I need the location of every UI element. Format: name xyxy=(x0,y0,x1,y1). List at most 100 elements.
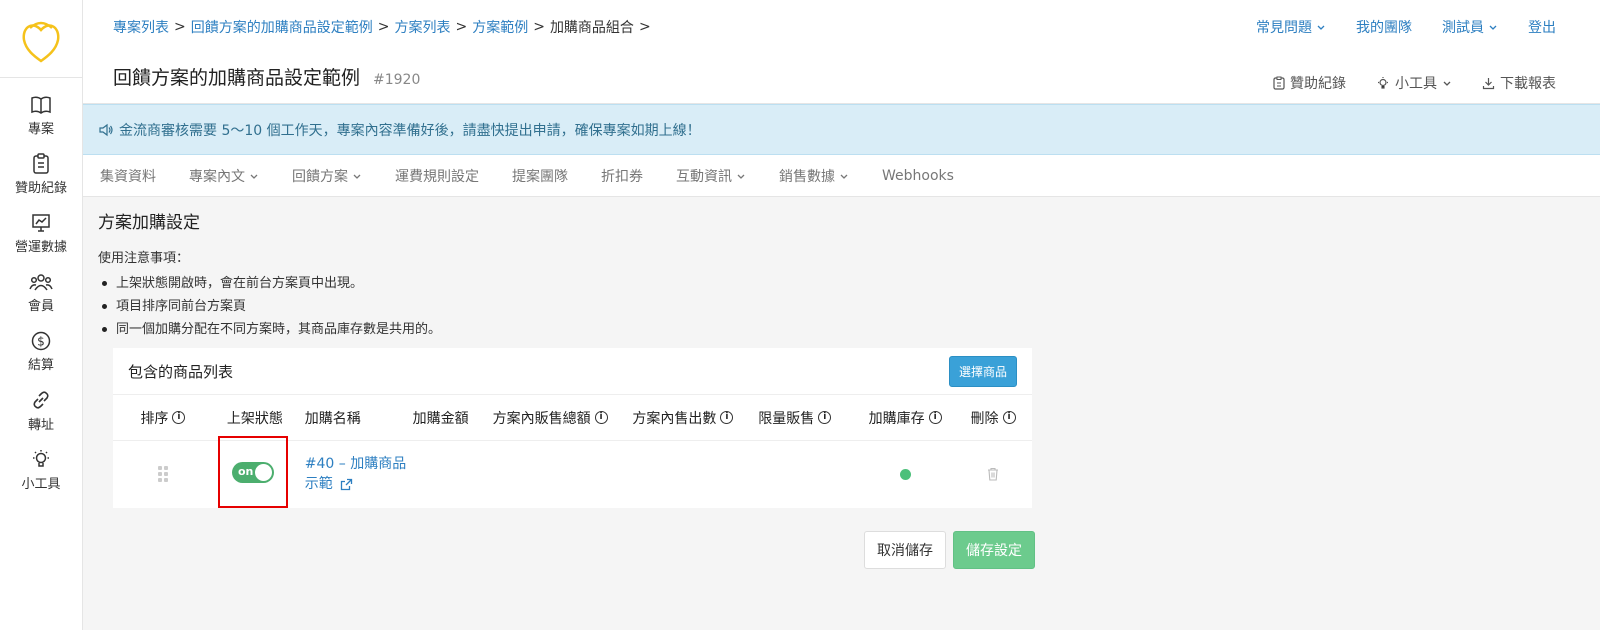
note-item: 上架狀態開啟時，會在前台方案頁中出現。 xyxy=(98,272,1038,295)
tab-reward-plans[interactable]: 回饋方案 xyxy=(292,166,362,186)
sidebar-item-label: 結算 xyxy=(27,357,54,373)
sidebar-item-members[interactable]: 會員 xyxy=(0,263,82,322)
download-icon xyxy=(1482,77,1495,89)
tab-interactions[interactable]: 互動資訊 xyxy=(676,166,746,186)
faq-menu[interactable]: 常見問題 xyxy=(1256,17,1326,37)
sidebar: 專案 贊助紀錄 營運數據 會員 $ 結算 轉址 小工具 xyxy=(0,0,83,630)
note-item: 項目排序同前台方案頁 xyxy=(98,295,1038,318)
chart-icon xyxy=(32,213,50,232)
sidebar-item-label: 贊助紀錄 xyxy=(14,181,67,196)
trash-icon[interactable] xyxy=(987,467,999,481)
speaker-icon xyxy=(99,123,113,136)
sidebar-item-label: 轉址 xyxy=(27,417,54,433)
notice-text: 金流商審核需要 5～10 個工作天，專案內容準備好後，請盡快提出申請，確保專案如… xyxy=(119,122,701,139)
clipboard-icon xyxy=(1273,76,1285,90)
info-icon[interactable]: i xyxy=(172,411,186,424)
tab-funding-info[interactable]: 集資資料 xyxy=(100,166,156,186)
highlight-box: on xyxy=(218,436,288,508)
drag-handle-icon[interactable] xyxy=(157,466,168,482)
note-item: 同一個加購分配在不同方案時，其商品庫存數是共用的。 xyxy=(98,318,1038,341)
breadcrumb-current: 加購商品組合 xyxy=(549,20,634,36)
form-actions: 取消儲存 儲存設定 xyxy=(864,531,1035,569)
tab-project-content[interactable]: 專案內文 xyxy=(189,166,259,186)
clipboard-icon xyxy=(33,153,49,174)
chevron-down-icon xyxy=(737,174,745,179)
col-total-sales: 方案內販售總額 i xyxy=(493,408,633,428)
breadcrumb-project[interactable]: 回饋方案的加購商品設定範例 xyxy=(191,17,373,37)
project-id: #1920 xyxy=(373,72,421,88)
sidebar-item-projects[interactable]: 專案 xyxy=(0,86,82,145)
breadcrumb-plan[interactable]: 方案範例 xyxy=(472,17,528,37)
info-icon[interactable]: i xyxy=(1002,411,1016,424)
stock-status-dot xyxy=(899,468,911,480)
listing-status-toggle[interactable]: on xyxy=(232,461,274,483)
col-stock: 加購庫存 i xyxy=(856,408,954,428)
card-title: 包含的商品列表 xyxy=(128,362,234,381)
product-list-card: 包含的商品列表 選擇商品 排序 i 上架狀態 加購名稱 加購金額 方案內販售總額 i… xyxy=(113,348,1032,508)
info-icon[interactable]: i xyxy=(594,411,608,424)
external-link-icon xyxy=(340,478,352,490)
header-tools: 贊助紀錄 小工具 下載報表 xyxy=(1273,73,1556,93)
col-limited: 限量販售 i xyxy=(758,408,856,428)
top-nav: 常見問題 我的團隊 測試員 登出 xyxy=(1256,17,1556,37)
sponsor-records-button[interactable]: 贊助紀錄 xyxy=(1273,73,1346,93)
sidebar-item-sponsor-records[interactable]: 贊助紀錄 xyxy=(0,145,82,204)
logo-icon xyxy=(22,21,60,63)
select-products-button[interactable]: 選擇商品 xyxy=(948,355,1017,387)
card-header: 包含的商品列表 選擇商品 xyxy=(113,348,1032,395)
toggle-knob xyxy=(255,463,272,481)
svg-text:$: $ xyxy=(37,334,45,348)
save-button[interactable]: 儲存設定 xyxy=(953,531,1035,569)
section-title: 方案加購設定 xyxy=(98,213,200,233)
chevron-down-icon xyxy=(1317,25,1325,30)
user-menu[interactable]: 測試員 xyxy=(1442,17,1498,37)
sidebar-item-settlement[interactable]: $ 結算 xyxy=(0,322,82,381)
cancel-button[interactable]: 取消儲存 xyxy=(864,531,946,569)
download-report-button[interactable]: 下載報表 xyxy=(1482,73,1556,93)
col-price: 加購金額 xyxy=(412,410,469,427)
bulb-icon xyxy=(33,449,49,467)
chevron-down-icon xyxy=(840,174,848,179)
tab-bar: 集資資料 專案內文 回饋方案 運費規則設定 提案團隊 折扣券 互動資訊 銷售數據… xyxy=(83,155,1600,197)
page-title-text: 回饋方案的加購商品設定範例 xyxy=(113,67,361,89)
widgets-menu[interactable]: 小工具 xyxy=(1376,73,1452,93)
col-sold-count: 方案內售出數 i xyxy=(632,408,758,428)
logout-link[interactable]: 登出 xyxy=(1528,17,1556,37)
users-icon xyxy=(29,273,53,290)
breadcrumb-plan-list[interactable]: 方案列表 xyxy=(394,17,450,37)
sidebar-item-label: 小工具 xyxy=(21,476,61,492)
tab-sales-data[interactable]: 銷售數據 xyxy=(779,166,849,186)
tab-shipping-rules[interactable]: 運費規則設定 xyxy=(395,166,479,186)
main-content: 方案加購設定 使用注意事項： 上架狀態開啟時，會在前台方案頁中出現。 項目排序同… xyxy=(98,208,1038,508)
page-title: 回饋方案的加購商品設定範例 #1920 xyxy=(113,63,420,90)
tab-team[interactable]: 提案團隊 xyxy=(512,166,568,186)
sidebar-item-analytics[interactable]: 營運數據 xyxy=(0,204,82,263)
table-header: 排序 i 上架狀態 加購名稱 加購金額 方案內販售總額 i 方案內售出數 i 限量販售… xyxy=(113,395,1032,441)
logo[interactable] xyxy=(0,0,82,78)
breadcrumb-project-list[interactable]: 專案列表 xyxy=(113,17,169,37)
breadcrumb: 專案列表 > 回饋方案的加購商品設定範例 > 方案列表 > 方案範例 > 加購商品組合 > xyxy=(113,17,651,37)
info-icon[interactable]: i xyxy=(818,411,832,424)
link-icon xyxy=(33,390,49,409)
col-delete: 刪除 i xyxy=(954,408,1032,428)
my-team-link[interactable]: 我的團隊 xyxy=(1356,17,1412,37)
product-link[interactable]: #40 – 加購商品 示範 xyxy=(305,454,406,494)
chevron-down-icon xyxy=(1443,81,1451,86)
chevron-down-icon xyxy=(1489,25,1497,30)
sidebar-item-tools[interactable]: 小工具 xyxy=(0,440,82,499)
toggle-label: on xyxy=(238,464,254,478)
bulb-icon xyxy=(1378,77,1388,89)
sidebar-item-label: 會員 xyxy=(27,298,54,314)
tab-webhooks[interactable]: Webhooks xyxy=(882,168,954,184)
notice-banner: 金流商審核需要 5～10 個工作天，專案內容準備好後，請盡快提出申請，確保專案如… xyxy=(83,104,1600,155)
info-icon[interactable]: i xyxy=(720,411,734,424)
chevron-down-icon xyxy=(250,174,258,179)
col-status: 上架狀態 xyxy=(226,410,283,427)
tab-coupons[interactable]: 折扣券 xyxy=(601,166,643,186)
chevron-down-icon xyxy=(353,174,361,179)
notes-list: 上架狀態開啟時，會在前台方案頁中出現。 項目排序同前台方案頁 同一個加購分配在不… xyxy=(98,272,1038,341)
sidebar-item-label: 專案 xyxy=(27,121,54,137)
sidebar-item-redirect[interactable]: 轉址 xyxy=(0,381,82,440)
sidebar-item-label: 營運數據 xyxy=(14,239,67,255)
info-icon[interactable]: i xyxy=(928,411,942,424)
